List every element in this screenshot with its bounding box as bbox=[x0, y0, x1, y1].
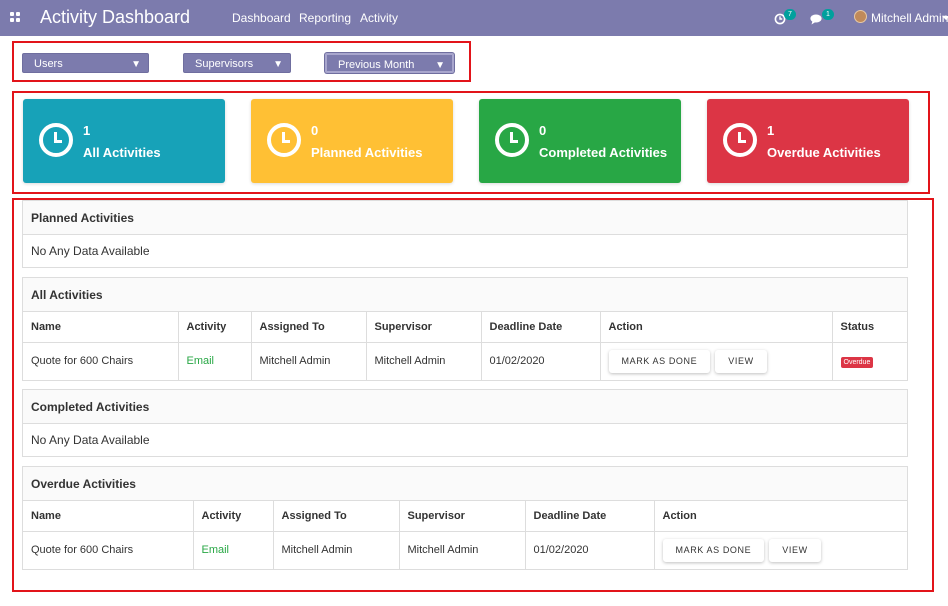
chat-icon bbox=[810, 14, 822, 25]
table-header-row: Name Activity Assigned To Supervisor Dea… bbox=[23, 501, 907, 532]
view-button[interactable]: VIEW bbox=[769, 538, 821, 562]
empty-message: No Any Data Available bbox=[31, 433, 150, 447]
deadline-date: 01/02/2020 bbox=[525, 531, 655, 569]
chevron-down-icon[interactable] bbox=[942, 16, 948, 20]
column-header: Name bbox=[23, 501, 194, 532]
supervisors-filter-select[interactable]: Supervisors ▼ bbox=[183, 53, 291, 73]
supervisor: Mitchell Admin bbox=[366, 342, 482, 380]
card-count: 0 bbox=[311, 123, 319, 138]
action-cell: MARK AS DONE VIEW bbox=[600, 342, 833, 380]
dropdown-arrow-icon: ▼ bbox=[435, 60, 445, 71]
clock-icon bbox=[39, 123, 73, 157]
menu-reporting[interactable]: Reporting bbox=[299, 11, 351, 25]
completed-activities-panel: Completed Activities No Any Data Availab… bbox=[22, 389, 908, 457]
panel-title: Completed Activities bbox=[23, 390, 907, 424]
panel-title: Planned Activities bbox=[23, 201, 907, 235]
column-header: Action bbox=[600, 312, 833, 343]
column-header: Assigned To bbox=[251, 312, 367, 343]
message-count-badge: 1 bbox=[822, 9, 834, 20]
status-badge: Overdue bbox=[840, 356, 874, 368]
all-activities-panel: All Activities Name Activity Assigned To… bbox=[22, 277, 908, 381]
assigned-to: Mitchell Admin bbox=[273, 531, 400, 569]
menu-activity[interactable]: Activity bbox=[360, 11, 398, 25]
users-filter-select[interactable]: Users ▼ bbox=[22, 53, 149, 73]
messages-systray[interactable]: 1 bbox=[810, 9, 834, 27]
supervisors-filter-label: Supervisors bbox=[195, 58, 254, 70]
column-header: Assigned To bbox=[273, 501, 400, 532]
clock-icon bbox=[723, 123, 757, 157]
assigned-to: Mitchell Admin bbox=[251, 342, 367, 380]
card-count: 0 bbox=[539, 123, 547, 138]
card-label: Overdue Activities bbox=[767, 145, 881, 160]
clock-icon bbox=[267, 123, 301, 157]
all-activities-card[interactable]: 1 All Activities bbox=[23, 99, 225, 183]
activity-type: Email bbox=[178, 342, 252, 380]
column-header: Activity bbox=[178, 312, 252, 343]
activity-name: Quote for 600 Chairs bbox=[23, 342, 179, 380]
activity-name: Quote for 600 Chairs bbox=[23, 531, 194, 569]
activity-type: Email bbox=[193, 531, 274, 569]
user-menu[interactable]: Mitchell Admin bbox=[871, 11, 948, 25]
panel-title: Overdue Activities bbox=[23, 467, 907, 501]
activities-systray[interactable]: 7 bbox=[774, 9, 796, 27]
panel-title: All Activities bbox=[23, 278, 907, 312]
overdue-activities-panel: Overdue Activities Name Activity Assigne… bbox=[22, 466, 908, 570]
mark-as-done-button[interactable]: MARK AS DONE bbox=[608, 349, 711, 373]
activity-count-badge: 7 bbox=[784, 9, 796, 20]
column-header: Status bbox=[832, 312, 907, 343]
dropdown-arrow-icon: ▼ bbox=[131, 59, 141, 70]
column-header: Action bbox=[654, 501, 907, 532]
card-count: 1 bbox=[83, 123, 91, 138]
table-row: Quote for 600 Chairs Email Mitchell Admi… bbox=[23, 531, 907, 569]
column-header: Name bbox=[23, 312, 179, 343]
completed-activities-card[interactable]: 0 Completed Activities bbox=[479, 99, 681, 183]
empty-message: No Any Data Available bbox=[31, 244, 150, 258]
card-label: All Activities bbox=[83, 145, 161, 160]
period-filter-select[interactable]: Previous Month ▼ bbox=[325, 53, 454, 73]
status-cell: Overdue bbox=[832, 342, 907, 380]
table-row: Quote for 600 Chairs Email Mitchell Admi… bbox=[23, 342, 907, 380]
planned-activities-card[interactable]: 0 Planned Activities bbox=[251, 99, 453, 183]
column-header: Supervisor bbox=[399, 501, 526, 532]
column-header: Deadline Date bbox=[525, 501, 655, 532]
deadline-date: 01/02/2020 bbox=[481, 342, 601, 380]
view-button[interactable]: VIEW bbox=[715, 349, 767, 373]
all-activities-table: Name Activity Assigned To Supervisor Dea… bbox=[23, 312, 907, 380]
clock-icon bbox=[495, 123, 529, 157]
menu-dashboard[interactable]: Dashboard bbox=[232, 11, 291, 25]
action-cell: MARK AS DONE VIEW bbox=[654, 531, 907, 569]
table-header-row: Name Activity Assigned To Supervisor Dea… bbox=[23, 312, 907, 343]
dropdown-arrow-icon: ▼ bbox=[273, 59, 283, 70]
avatar[interactable] bbox=[854, 10, 867, 23]
column-header: Supervisor bbox=[366, 312, 482, 343]
period-filter-label: Previous Month bbox=[338, 59, 415, 71]
top-navbar: Activity Dashboard Dashboard Reporting A… bbox=[0, 0, 948, 36]
app-title: Activity Dashboard bbox=[40, 7, 191, 27]
column-header: Deadline Date bbox=[481, 312, 601, 343]
column-header: Activity bbox=[193, 501, 274, 532]
supervisor: Mitchell Admin bbox=[399, 531, 526, 569]
apps-grid-icon[interactable] bbox=[10, 12, 20, 22]
mark-as-done-button[interactable]: MARK AS DONE bbox=[662, 538, 765, 562]
card-label: Planned Activities bbox=[311, 145, 423, 160]
card-label: Completed Activities bbox=[539, 145, 668, 160]
card-count: 1 bbox=[767, 123, 775, 138]
users-filter-label: Users bbox=[34, 58, 63, 70]
overdue-activities-card[interactable]: 1 Overdue Activities bbox=[707, 99, 909, 183]
overdue-activities-table: Name Activity Assigned To Supervisor Dea… bbox=[23, 501, 907, 569]
planned-activities-panel: Planned Activities No Any Data Available bbox=[22, 200, 908, 268]
